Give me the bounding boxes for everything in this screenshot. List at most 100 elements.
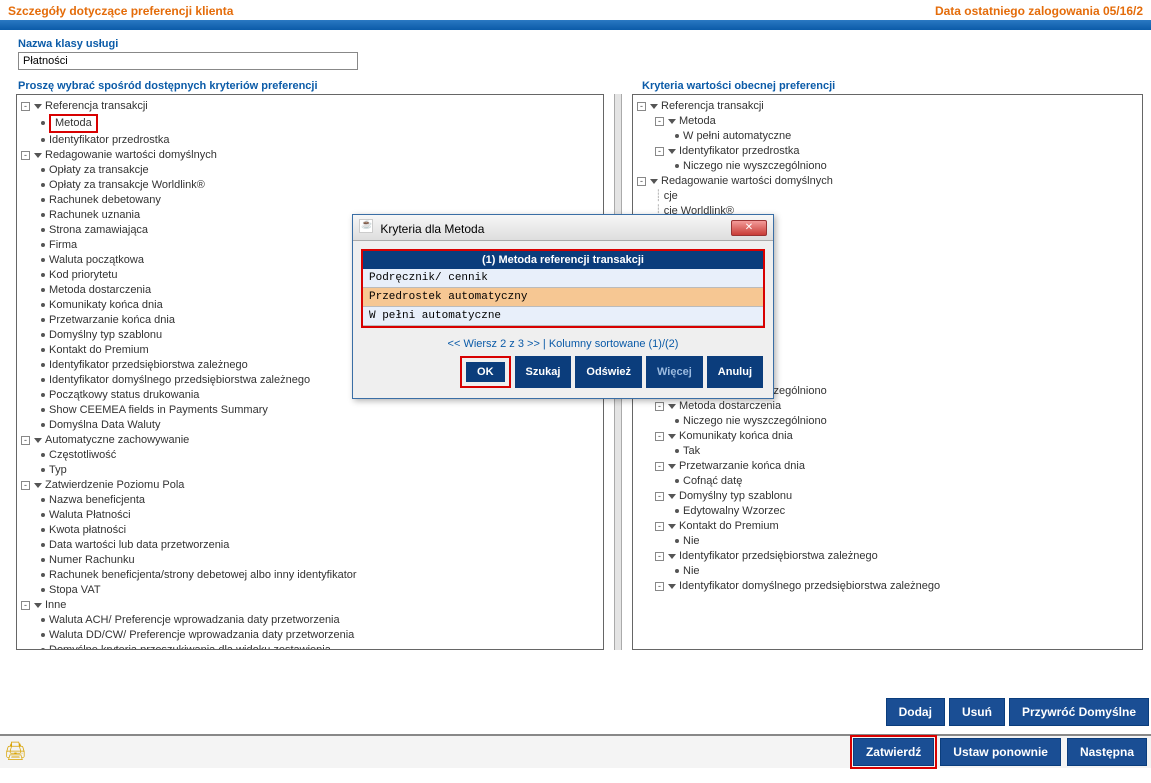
tree-node[interactable]: Opłaty za transakcje: [17, 163, 603, 178]
tree-node[interactable]: -Redagowanie wartości domyślnych: [633, 174, 1142, 189]
tree-label: Metoda: [49, 114, 98, 133]
tree-node[interactable]: -Przetwarzanie końca dnia: [633, 459, 1142, 474]
java-icon: [359, 219, 373, 233]
tree-label: Waluta Płatności: [49, 509, 131, 521]
tree-label: Kontakt do Premium: [679, 520, 779, 532]
refresh-button[interactable]: Odśwież: [575, 356, 642, 388]
tree-label: Redagowanie wartości domyślnych: [45, 149, 217, 161]
tree-node[interactable]: Nie: [633, 534, 1142, 549]
blue-divider: [0, 20, 1151, 30]
tree-node[interactable]: Waluta ACH/ Preferencje wprowadzania dat…: [17, 613, 603, 628]
tree-node[interactable]: Metoda: [17, 114, 603, 133]
expand-icon[interactable]: -: [655, 462, 664, 471]
expand-icon[interactable]: -: [655, 552, 664, 561]
tree-node[interactable]: Waluta Płatności: [17, 508, 603, 523]
tree-node[interactable]: - Redagowanie wartości domyślnych: [17, 148, 603, 163]
right-column-title: Kryteria wartości obecnej preferencji: [630, 78, 1145, 94]
search-button[interactable]: Szukaj: [515, 356, 572, 388]
tree-label: cje: [664, 190, 678, 202]
tree-node[interactable]: Typ: [17, 463, 603, 478]
expand-icon[interactable]: -: [21, 151, 30, 160]
expand-icon[interactable]: -: [21, 436, 30, 445]
expand-icon[interactable]: -: [655, 117, 664, 126]
print-icon[interactable]: [4, 741, 26, 763]
more-button[interactable]: Więcej: [646, 356, 703, 388]
tree-node[interactable]: -Referencja transakcji: [17, 99, 603, 114]
dialog-subheader: (1) Metoda referencji transakcji: [363, 251, 763, 269]
tree-node[interactable]: Stopa VAT: [17, 583, 603, 598]
tree-node[interactable]: Niczego nie wyszczególniono: [633, 159, 1142, 174]
chevron-down-icon: [34, 483, 42, 488]
tree-node[interactable]: Nazwa beneficjenta: [17, 493, 603, 508]
tree-node[interactable]: W pełni automatyczne: [633, 129, 1142, 144]
tree-node[interactable]: -Automatyczne zachowywanie: [17, 433, 603, 448]
tree-label: Nazwa beneficjenta: [49, 494, 145, 506]
dialog-titlebar[interactable]: Kryteria dla Metoda ✕: [353, 215, 773, 241]
tree-node[interactable]: Edytowalny Wzorzec: [633, 504, 1142, 519]
tree-node[interactable]: Niczego nie wyszczególniono: [633, 414, 1142, 429]
tree-node[interactable]: Identyfikator przedrostka: [17, 133, 603, 148]
restore-defaults-button[interactable]: Przywróć Domyślne: [1009, 698, 1149, 726]
service-class-input[interactable]: [18, 52, 358, 70]
delete-button[interactable]: Usuń: [949, 698, 1005, 726]
tree-node[interactable]: -Identyfikator domyślnego przedsiębiorst…: [633, 579, 1142, 594]
tree-node[interactable]: - Komunikaty końca dnia: [633, 429, 1142, 444]
tree-node[interactable]: -Domyślny typ szablonu: [633, 489, 1142, 504]
tree-node[interactable]: Domyślne kryteria przeszukiwania dla wid…: [17, 643, 603, 650]
close-icon[interactable]: ✕: [731, 220, 767, 236]
tree-node[interactable]: -Metoda dostarczenia: [633, 399, 1142, 414]
expand-icon[interactable]: -: [637, 102, 646, 111]
chevron-down-icon: [34, 104, 42, 109]
tree-node[interactable]: Domyślna Data Waluty: [17, 418, 603, 433]
tree-node[interactable]: -Inne: [17, 598, 603, 613]
chevron-down-icon: [668, 434, 676, 439]
tree-label: Domyślne kryteria przeszukiwania dla wid…: [49, 644, 331, 650]
tree-node[interactable]: Data wartości lub data przetworzenia: [17, 538, 603, 553]
dialog-option[interactable]: W pełni automatyczne: [363, 307, 763, 326]
tree-node[interactable]: Opłaty za transakcje Worldlink®: [17, 178, 603, 193]
dialog-option[interactable]: Podręcznik/ cennik: [363, 269, 763, 288]
expand-icon[interactable]: -: [21, 102, 30, 111]
add-button[interactable]: Dodaj: [886, 698, 945, 726]
tree-node[interactable]: Numer Rachunku: [17, 553, 603, 568]
tree-node[interactable]: Częstotliwość: [17, 448, 603, 463]
chevron-down-icon: [650, 104, 658, 109]
tree-label: Komunikaty końca dnia: [679, 430, 793, 442]
tree-node[interactable]: Show CEEMEA fields in Payments Summary: [17, 403, 603, 418]
tree-label: Niczego nie wyszczególniono: [683, 160, 827, 172]
expand-icon[interactable]: -: [21, 481, 30, 490]
tree-node[interactable]: -Zatwierdzenie Poziomu Pola: [17, 478, 603, 493]
next-button[interactable]: Następna: [1067, 738, 1147, 766]
tree-node[interactable]: -Identyfikator przedrostka: [633, 144, 1142, 159]
expand-icon[interactable]: -: [655, 492, 664, 501]
tree-node[interactable]: Rachunek debetowany: [17, 193, 603, 208]
tree-node[interactable]: -Identyfikator przedsiębiorstwa zależneg…: [633, 549, 1142, 564]
chevron-down-icon: [34, 438, 42, 443]
expand-icon[interactable]: -: [637, 177, 646, 186]
dialog-option-selected[interactable]: Przedrostek automatyczny: [363, 288, 763, 307]
expand-icon[interactable]: -: [655, 432, 664, 441]
tree-node[interactable]: Nie: [633, 564, 1142, 579]
expand-icon[interactable]: -: [655, 582, 664, 591]
tree-node[interactable]: Kwota płatności: [17, 523, 603, 538]
confirm-button[interactable]: Zatwierdź: [853, 738, 934, 766]
tree-node[interactable]: -Referencja transakcji: [633, 99, 1142, 114]
tree-node[interactable]: Rachunek beneficjenta/strony debetowej a…: [17, 568, 603, 583]
cancel-button[interactable]: Anuluj: [707, 356, 763, 388]
tree-node[interactable]: Tak: [633, 444, 1142, 459]
expand-icon[interactable]: -: [655, 147, 664, 156]
expand-icon[interactable]: -: [21, 601, 30, 610]
tree-node[interactable]: -Metoda: [633, 114, 1142, 129]
expand-icon[interactable]: -: [655, 402, 664, 411]
tree-node[interactable]: ┊ cje: [633, 189, 1142, 204]
expand-icon[interactable]: -: [655, 522, 664, 531]
bullet-icon: [41, 423, 45, 427]
tree-node[interactable]: Cofnąć datę: [633, 474, 1142, 489]
tree-node[interactable]: Waluta DD/CW/ Preferencje wprowadzania d…: [17, 628, 603, 643]
reset-button[interactable]: Ustaw ponownie: [940, 738, 1061, 766]
tree-node[interactable]: - Kontakt do Premium: [633, 519, 1142, 534]
tree-label: Identyfikator przedsiębiorstwa zależnego: [49, 359, 248, 371]
ok-button[interactable]: OK: [466, 362, 505, 382]
bullet-icon: [41, 378, 45, 382]
bullet-icon: [675, 569, 679, 573]
